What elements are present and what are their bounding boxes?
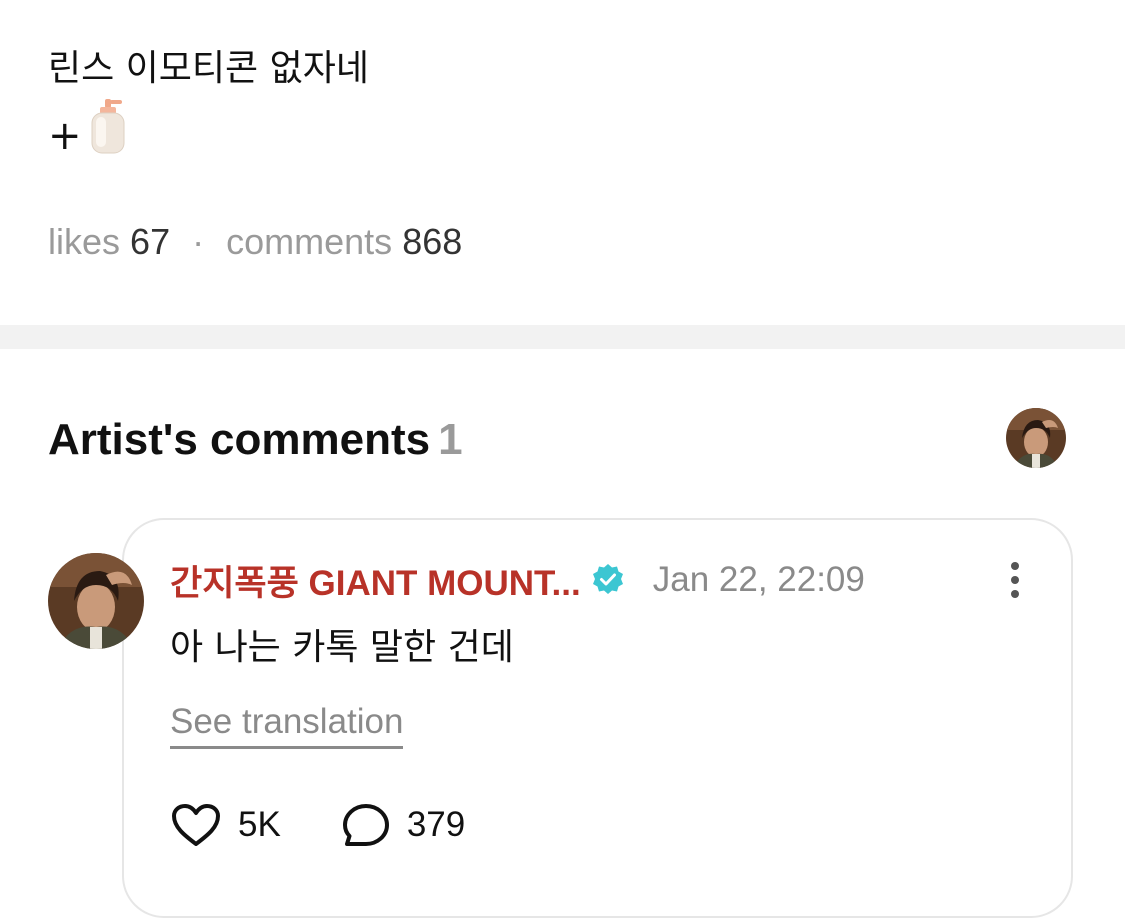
section-title: Artist's comments 1	[48, 410, 463, 470]
likes-label: likes	[48, 221, 121, 262]
verified-badge-icon	[591, 563, 625, 597]
artist-comments-header: Artist's comments 1	[48, 408, 1077, 470]
post-plus-text: +	[48, 113, 82, 159]
artist-comment-card: 간지폭풍 GIANT MOUNT... Jan 22, 22:09 아 나는 카…	[122, 518, 1073, 918]
like-count: 5K	[238, 805, 281, 844]
likes-count[interactable]: 67	[130, 221, 170, 262]
artist-avatar[interactable]	[1006, 408, 1066, 468]
post-text-line-1: 린스 이모티콘 없자네	[48, 48, 369, 89]
heart-icon	[170, 802, 222, 848]
post-stats: likes 67 · comments 868	[48, 218, 462, 266]
comment-author-avatar[interactable]	[48, 553, 144, 649]
reply-button[interactable]: 379	[341, 802, 465, 848]
artist-comments-count: 1	[438, 415, 463, 464]
comment-author-name[interactable]: 간지폭풍 GIANT MOUNT...	[170, 555, 581, 606]
comment-text: 아 나는 카톡 말한 건데	[170, 627, 514, 668]
comments-count[interactable]: 868	[402, 221, 462, 262]
see-translation-link[interactable]: See translation	[170, 698, 404, 749]
comment-meta-row: 간지폭풍 GIANT MOUNT... Jan 22, 22:09	[170, 556, 1031, 604]
comments-label: comments	[226, 221, 393, 262]
reply-count: 379	[406, 805, 466, 844]
stats-separator: ·	[192, 221, 205, 262]
comment-actions: 5K 379	[170, 800, 525, 850]
comment-date: Jan 22, 22:09	[652, 560, 865, 599]
post-body: 린스 이모티콘 없자네 +	[48, 40, 1077, 174]
artist-comments-title: Artist's comments	[48, 415, 431, 464]
more-options-icon[interactable]	[1005, 560, 1025, 600]
section-divider	[0, 325, 1125, 349]
like-button[interactable]: 5K	[170, 802, 281, 848]
reply-bubble-icon	[341, 802, 391, 848]
lotion-bottle-icon	[88, 98, 128, 174]
post-text-line-2: +	[48, 98, 1077, 174]
